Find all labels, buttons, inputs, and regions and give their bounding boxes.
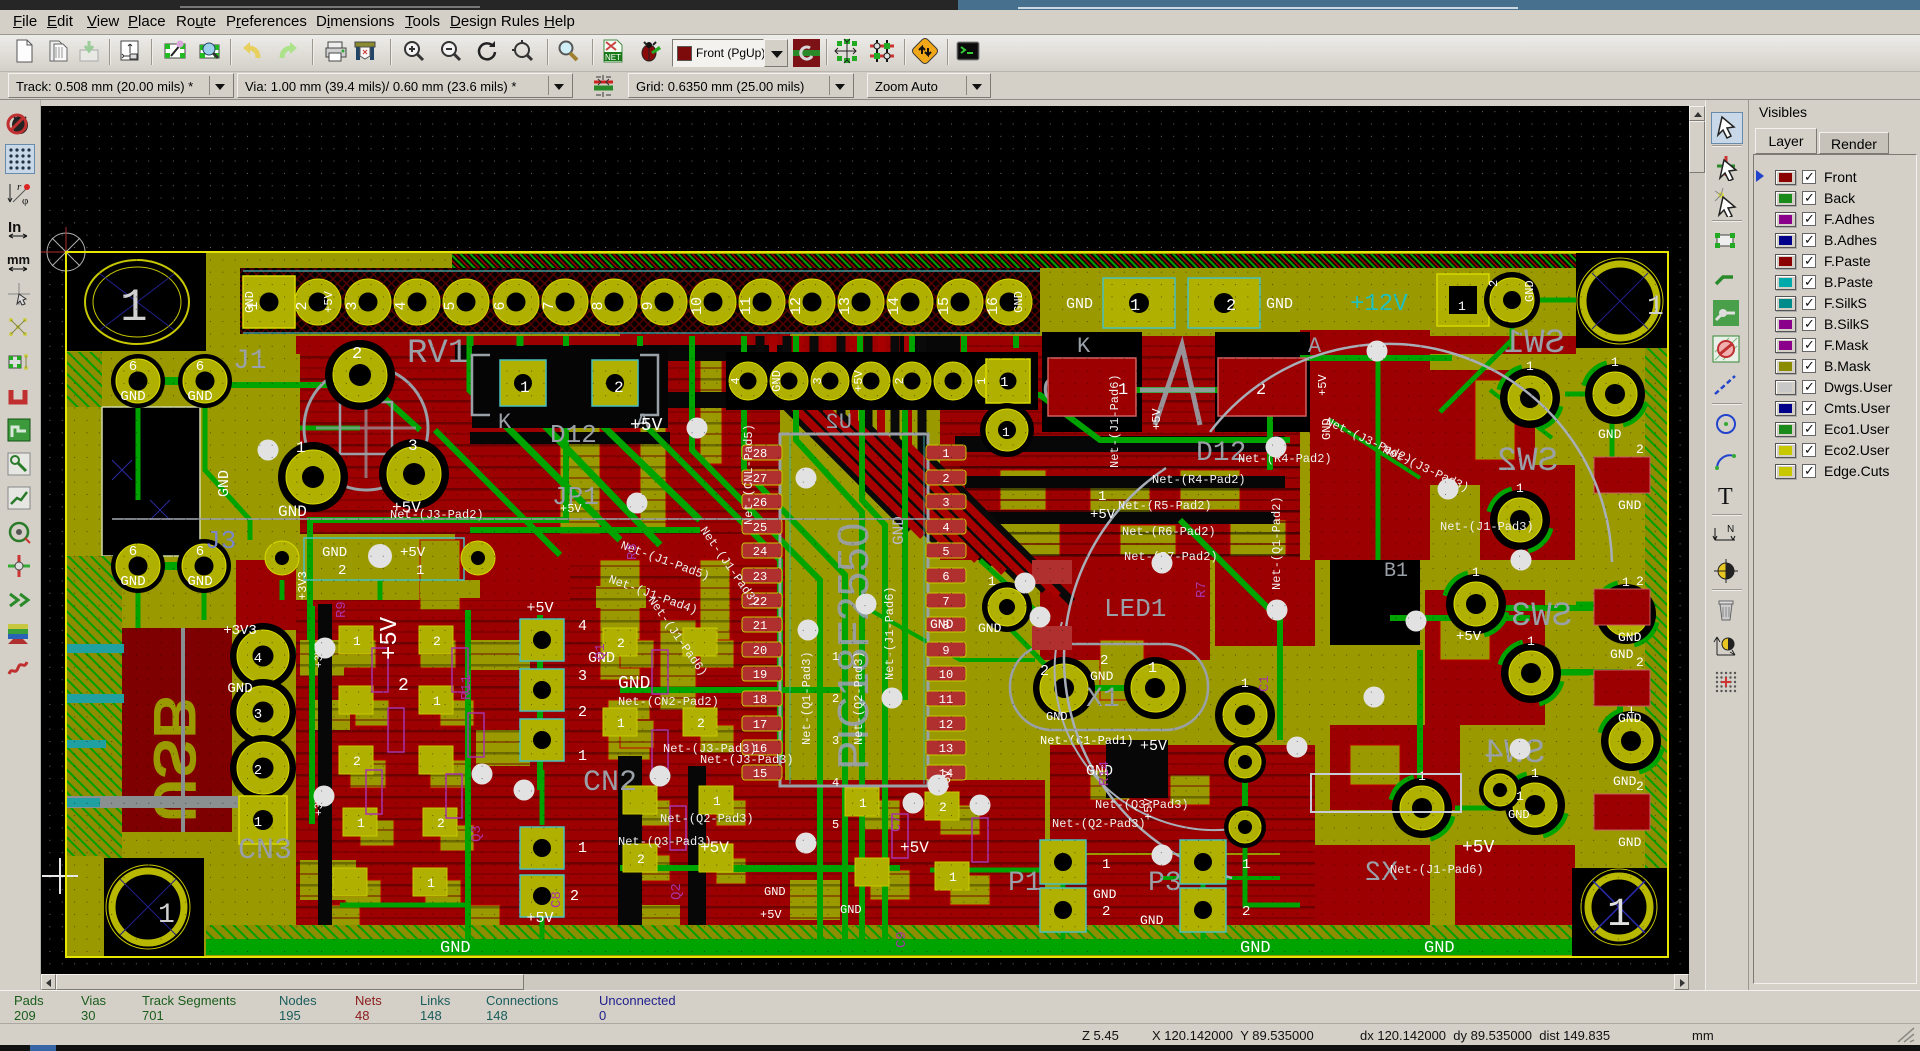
svg-text:N: N xyxy=(1727,524,1734,535)
svg-text:r: r xyxy=(17,181,22,193)
svg-text:mm: mm xyxy=(7,252,30,267)
svg-text:In: In xyxy=(8,219,21,236)
svg-text:φ: φ xyxy=(22,195,28,206)
svg-text:T: T xyxy=(1718,484,1733,510)
svg-text:NET: NET xyxy=(605,53,621,62)
